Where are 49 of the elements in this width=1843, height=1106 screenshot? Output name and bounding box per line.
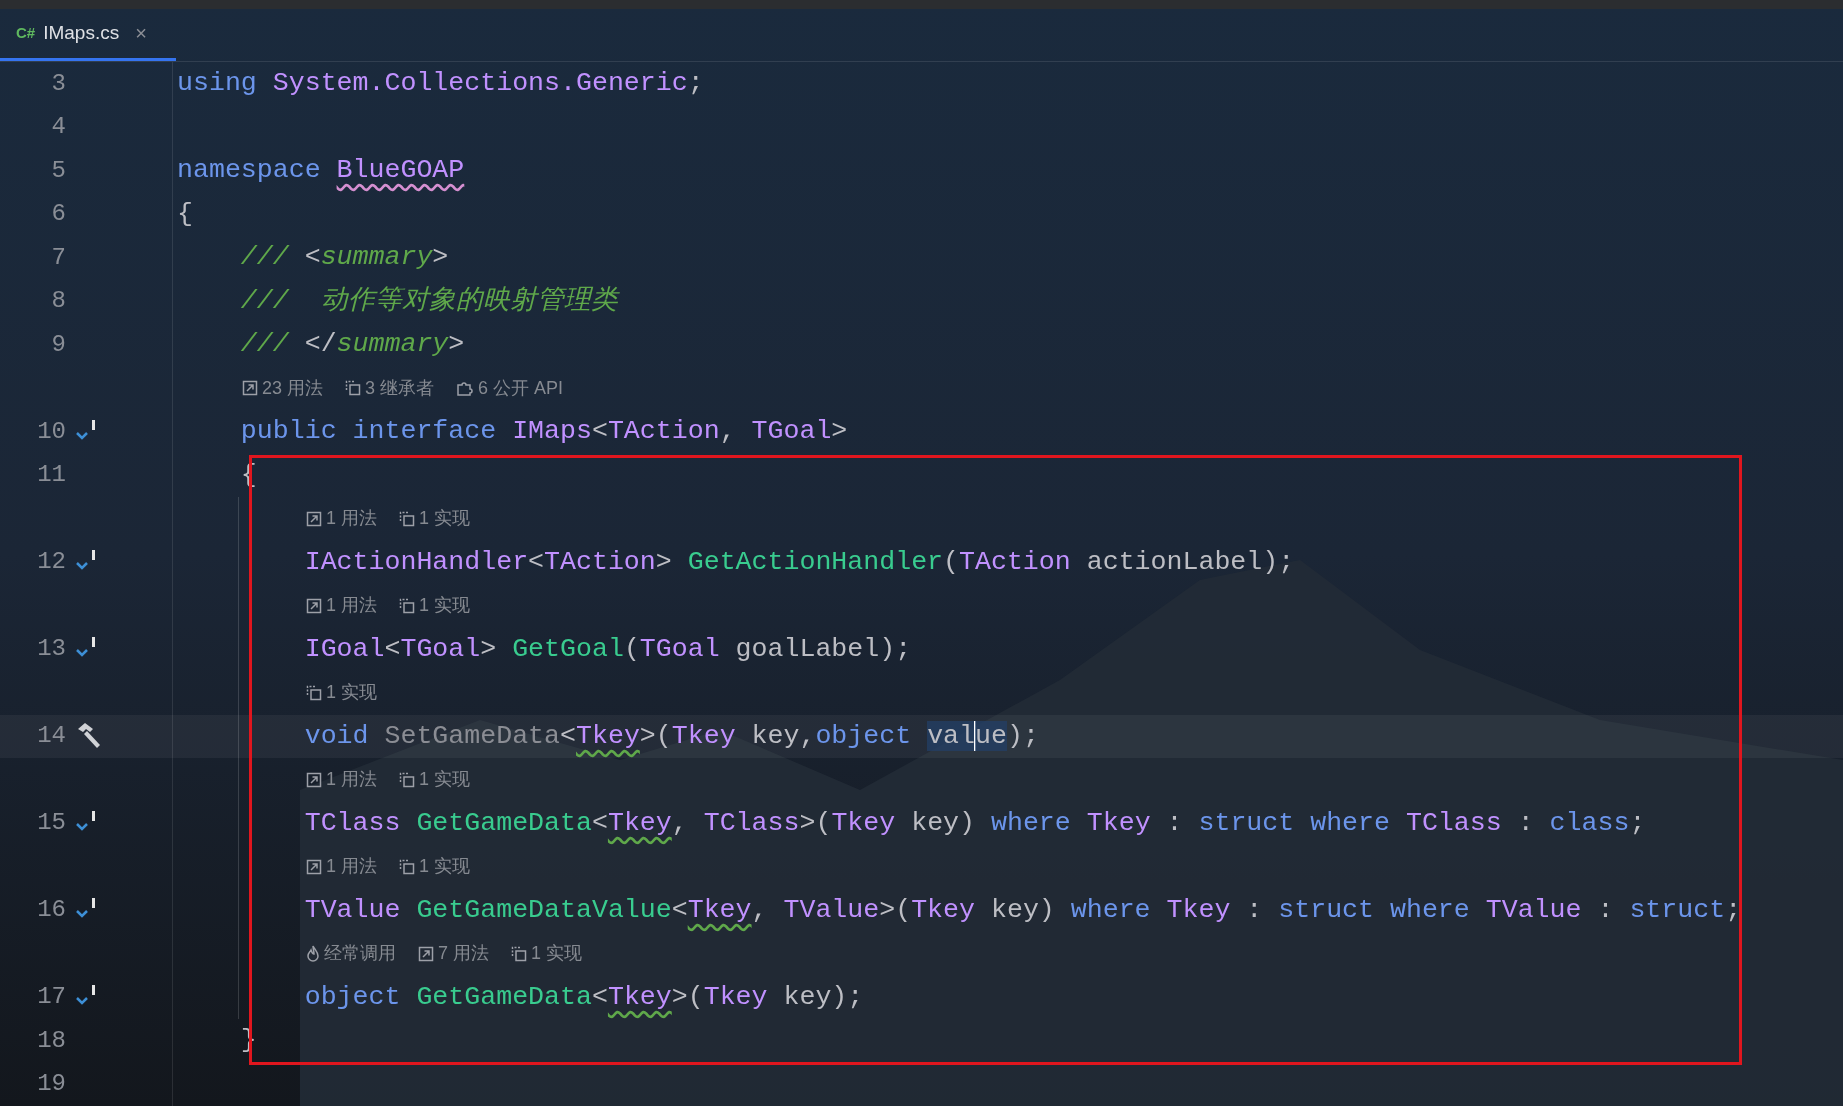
code-line: /// </summary> [239, 331, 465, 359]
csharp-file-icon: C# [16, 21, 36, 45]
code-hint[interactable]: 1 实现 [419, 766, 471, 794]
line-number: 14 [36, 721, 66, 752]
code-hint[interactable]: 1 实现 [419, 853, 471, 881]
line-number: 5 [50, 155, 66, 186]
code-line: public interface IMaps<TAction, TGoal> [239, 418, 848, 446]
code-hint[interactable]: 1 实现 [531, 940, 583, 968]
tab-label: IMaps.cs [43, 20, 120, 45]
code-line: IGoal<TGoal> GetGoal(TGoal goalLabel); [303, 635, 912, 663]
code-hint[interactable]: 7 用法 [438, 940, 489, 968]
line-number: 10 [36, 416, 66, 447]
code-line: TClass GetGameData<Tkey, TClass>(Tkey key) where Tkey : struct where TClass : class; [303, 809, 1646, 837]
file-tab[interactable]: C# IMaps.cs × [0, 8, 176, 61]
line-number: 4 [50, 112, 66, 143]
code-line: { [177, 200, 193, 228]
code-hint[interactable]: 1 用法 [326, 853, 377, 881]
line-number: 13 [36, 634, 66, 665]
code-line: namespace BlueGOAP [177, 157, 465, 185]
code-hint[interactable]: 1 实现 [326, 679, 377, 707]
code-hint[interactable]: 1 用法 [326, 766, 377, 794]
line-number: 6 [50, 199, 66, 230]
code-hint[interactable]: 23 用法 [262, 374, 324, 402]
code-line: /// <summary> [239, 244, 449, 272]
line-number: 16 [36, 895, 66, 926]
code-hint[interactable]: 经常调用 [324, 940, 396, 968]
code-line: using System.Collections.Generic; [177, 70, 704, 98]
line-number: 15 [36, 808, 66, 839]
line-number: 18 [36, 1025, 66, 1056]
line-number: 9 [50, 329, 66, 360]
line-number: 17 [36, 982, 66, 1013]
code-line: object GetGameData<Tkey>(Tkey key); [303, 983, 864, 1011]
line-number: 19 [36, 1069, 66, 1100]
close-icon[interactable]: × [135, 18, 147, 48]
line-number: 3 [50, 68, 66, 99]
line-number: 7 [50, 242, 66, 273]
code-hint[interactable]: 1 用法 [326, 592, 377, 620]
code-hint[interactable]: 3 继承者 [365, 374, 435, 402]
line-number: 11 [36, 460, 66, 491]
code-line: void SetGameData<Tkey>(Tkey key,object value); [303, 721, 1039, 752]
line-number: 8 [50, 286, 66, 317]
code-hint[interactable]: 1 实现 [419, 505, 471, 533]
code-line: IActionHandler<TAction> GetActionHandler(TAction actionLabel); [303, 548, 1295, 576]
code-line: TValue GetGameDataValue<Tkey, TValue>(Tkey key) where Tkey : struct where TValue : struct; [303, 896, 1742, 924]
code-hint[interactable]: 1 用法 [326, 505, 377, 533]
code-line: /// 动作等对象的映射管理类 [239, 287, 618, 315]
code-hint[interactable]: 1 实现 [419, 592, 471, 620]
code-hint[interactable]: 6 公开 API [478, 374, 564, 402]
line-number: 12 [36, 547, 66, 578]
